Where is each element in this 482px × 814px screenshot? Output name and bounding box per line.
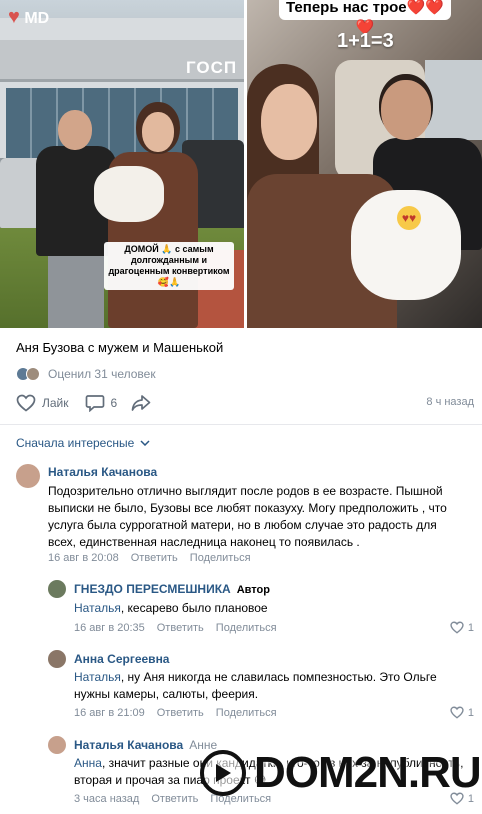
watermark-text: DOM2N.RU [254, 748, 482, 797]
share-comment-button[interactable]: Поделиться [190, 552, 251, 564]
comment-reply: ГНЕЗДО ПЕРЕСМЕШНИКА Автор Наталья, кесаре… [0, 576, 482, 638]
heart-outline-icon [450, 706, 464, 719]
comment-date[interactable]: 16 авг в 20:08 [48, 552, 119, 564]
rated-by[interactable]: Оценил 31 человек [16, 367, 156, 381]
reply-button[interactable]: Ответить [157, 622, 204, 634]
photo-caption-left: ДОМОЙ 🙏 с самым долгожданным и драгоценн… [104, 242, 234, 290]
mention-link[interactable]: Анна [74, 756, 102, 770]
post-actions: Лайк 6 8 ч назад [16, 392, 474, 414]
comment-author[interactable]: ГНЕЗДО ПЕРЕСМЕШНИКА Автор [74, 582, 270, 596]
comments-button[interactable]: 6 [85, 394, 118, 412]
comment-like-button[interactable]: 1 [450, 706, 474, 719]
comment: Наталья Качанова Подозрительно отлично в… [0, 458, 482, 568]
photo-car-family[interactable]: ♥♥ Теперь нас трое❤️❤️❤️ 1+1=3 [247, 0, 482, 328]
watermark: DOM2N.RU [200, 748, 482, 798]
share-button[interactable] [131, 394, 157, 412]
comment-reply: Анна Сергеевна Наталья, ну Аня никогда н… [0, 646, 482, 726]
comment-meta: 16 авг в 20:08 Ответить Поделиться [48, 552, 263, 564]
heart-eyes-emoji-icon: ♥♥ [397, 206, 421, 230]
baby-bundle [94, 166, 164, 222]
like-label: Лайк [42, 396, 69, 410]
comment-date[interactable]: 3 часа назад [74, 793, 139, 805]
avatar[interactable] [16, 464, 40, 488]
chevron-down-icon [140, 440, 150, 446]
comment-meta: 16 авг в 20:35 Ответить Поделиться [74, 622, 289, 634]
mention-link[interactable]: Наталья [74, 670, 121, 684]
like-count: 1 [467, 706, 474, 719]
hospital-sign: ГОСП [186, 58, 238, 77]
like-count: 1 [467, 621, 474, 634]
avatar[interactable] [48, 736, 66, 754]
post-time[interactable]: 8 ч назад [426, 396, 474, 408]
photo-caption-sum: 1+1=3 [337, 30, 394, 52]
like-button[interactable]: Лайк [16, 394, 69, 412]
comment-text: Наталья, кесарево было плановое [74, 601, 268, 615]
comment-author[interactable]: Анна Сергеевна [74, 652, 169, 666]
heart-icon: ♥ [8, 6, 20, 28]
play-icon [200, 750, 246, 796]
photo-hospital-exit[interactable]: ГОСП ♥ MD ДОМОЙ 🙏 с самым долгожданным и… [0, 0, 244, 328]
share-comment-button[interactable]: Поделиться [216, 707, 277, 719]
post-photos: ГОСП ♥ MD ДОМОЙ 🙏 с самым долгожданным и… [0, 0, 482, 328]
comment-text: Наталья, ну Аня никогда не славилась пом… [74, 670, 437, 701]
share-icon [131, 395, 151, 411]
man-figure [36, 110, 116, 328]
comment-author[interactable]: Наталья Качанова Анне [74, 738, 217, 752]
reply-button[interactable]: Ответить [131, 552, 178, 564]
rated-count: Оценил 31 человек [48, 367, 156, 381]
clinic-logo: ♥ MD [8, 6, 50, 28]
comment-author[interactable]: Наталья Качанова [48, 465, 157, 479]
divider [0, 424, 482, 425]
comment-icon [85, 395, 104, 412]
comment-like-button[interactable]: 1 [450, 621, 474, 634]
comment-text: Подозрительно отлично выглядит после род… [48, 484, 447, 549]
comment-date[interactable]: 16 авг в 20:35 [74, 622, 145, 634]
sort-label: Сначала интересные [16, 436, 135, 450]
heart-outline-icon [16, 394, 36, 412]
reply-button[interactable]: Ответить [151, 793, 198, 805]
post-title: Аня Бузова с мужем и Машенькой [16, 340, 224, 355]
comments-sort-dropdown[interactable]: Сначала интересные [16, 436, 150, 450]
avatar [26, 367, 40, 381]
comment-date[interactable]: 16 авг в 21:09 [74, 707, 145, 719]
share-comment-button[interactable]: Поделиться [216, 622, 277, 634]
comments-count: 6 [110, 396, 118, 410]
avatar[interactable] [48, 580, 66, 598]
photo-caption-top: Теперь нас трое❤️❤️❤️ [279, 0, 451, 36]
avatar[interactable] [48, 650, 66, 668]
comment-meta: 16 авг в 21:09 Ответить Поделиться [74, 707, 289, 719]
heart-outline-icon [450, 621, 464, 634]
mention-link[interactable]: Наталья [74, 601, 121, 615]
reply-button[interactable]: Ответить [157, 707, 204, 719]
author-badge: Автор [236, 584, 270, 596]
